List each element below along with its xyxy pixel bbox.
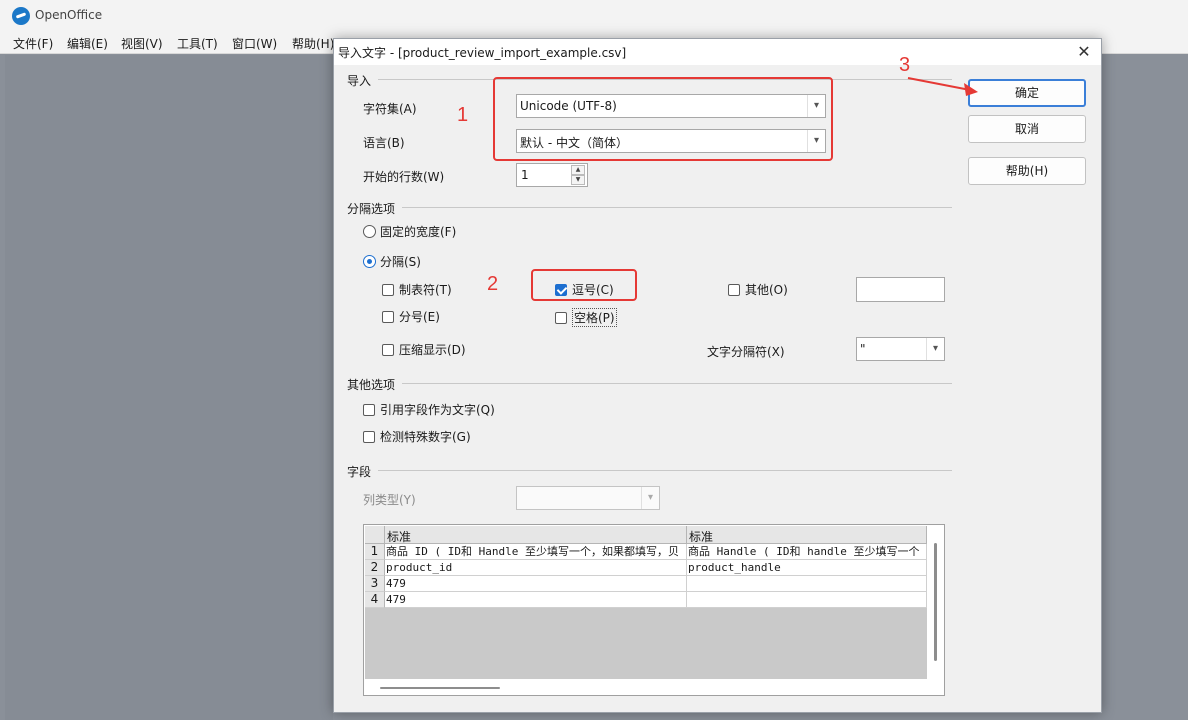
table-cell: 商品 Handle ( ID和 handle 至少填写一个 bbox=[687, 544, 927, 560]
checkbox-icon bbox=[363, 403, 375, 416]
detect-numbers-checkbox[interactable]: 检测特殊数字(G) bbox=[363, 428, 471, 445]
chevron-down-icon[interactable]: ▾ bbox=[641, 487, 659, 509]
column-type-select[interactable]: ▾ bbox=[516, 486, 660, 510]
menu-edit[interactable]: 编辑(E) bbox=[67, 35, 108, 52]
help-button[interactable]: 帮助(H) bbox=[968, 157, 1086, 185]
separated-label: 分隔(S) bbox=[380, 255, 421, 269]
semicolon-label: 分号(E) bbox=[399, 310, 440, 324]
annotation-number-2: 2 bbox=[487, 273, 499, 295]
space-label: 空格(P) bbox=[572, 308, 617, 327]
row-number: 1 bbox=[365, 544, 385, 560]
quoted-as-text-label: 引用字段作为文字(Q) bbox=[380, 403, 495, 417]
app-workspace bbox=[5, 55, 333, 720]
table-cell: product_handle bbox=[687, 560, 927, 576]
semicolon-checkbox[interactable]: 分号(E) bbox=[382, 308, 440, 325]
spin-down-icon[interactable]: ▼ bbox=[571, 175, 585, 185]
tab-label: 制表符(T) bbox=[399, 283, 452, 297]
table-cell: 479 bbox=[385, 592, 687, 608]
table-cell: product_id bbox=[385, 560, 687, 576]
menu-window[interactable]: 窗口(W) bbox=[232, 35, 277, 52]
cancel-button[interactable]: 取消 bbox=[968, 115, 1086, 143]
section-divider bbox=[378, 470, 952, 471]
table-cell bbox=[687, 592, 927, 608]
dialog-title: 导入文字 - [product_review_import_example.cs… bbox=[338, 46, 627, 60]
radio-off-icon bbox=[363, 225, 376, 238]
preview-grid: 标准 标准 1 商品 ID ( ID和 Handle 至少填写一个，如果都填写，… bbox=[365, 526, 927, 679]
checkbox-icon bbox=[382, 343, 394, 356]
fields-section-label: 字段 bbox=[347, 465, 372, 479]
other-separator-input[interactable] bbox=[856, 277, 945, 302]
annotation-arrow-icon bbox=[907, 77, 978, 96]
table-cell: 商品 ID ( ID和 Handle 至少填写一个，如果都填写，贝 bbox=[385, 544, 687, 560]
start-row-label: 开始的行数(W) bbox=[363, 170, 445, 184]
annotation-number-1: 1 bbox=[457, 104, 469, 126]
radio-on-icon bbox=[363, 255, 376, 268]
checkbox-icon bbox=[363, 430, 375, 443]
other-checkbox[interactable]: 其他(O) bbox=[728, 281, 788, 298]
checkbox-icon bbox=[382, 283, 394, 296]
table-cell: 479 bbox=[385, 576, 687, 592]
column-type-label: 列类型(Y) bbox=[363, 493, 416, 507]
row-number: 2 bbox=[365, 560, 385, 576]
tab-checkbox[interactable]: 制表符(T) bbox=[382, 281, 452, 298]
separator-section-label: 分隔选项 bbox=[347, 202, 396, 216]
app-title: OpenOffice bbox=[35, 8, 103, 22]
language-label: 语言(B) bbox=[363, 136, 405, 150]
import-section-label: 导入 bbox=[347, 74, 372, 88]
checkbox-icon bbox=[555, 311, 567, 324]
merge-delimiters-checkbox[interactable]: 压缩显示(D) bbox=[382, 341, 466, 358]
section-divider bbox=[402, 207, 952, 208]
checkbox-icon bbox=[728, 283, 740, 296]
separated-radio[interactable]: 分隔(S) bbox=[363, 253, 421, 270]
section-divider bbox=[402, 383, 952, 384]
horizontal-scrollbar[interactable] bbox=[380, 687, 500, 689]
other-options-section-label: 其他选项 bbox=[347, 378, 396, 392]
row-number: 4 bbox=[365, 592, 385, 608]
column-header[interactable]: 标准 bbox=[385, 526, 687, 544]
close-icon[interactable]: ✕ bbox=[1073, 41, 1095, 63]
start-row-value: 1 bbox=[521, 168, 529, 182]
text-delimiter-select[interactable]: " ▾ bbox=[856, 337, 945, 361]
annotation-box-1 bbox=[493, 77, 833, 161]
row-number: 3 bbox=[365, 576, 385, 592]
text-delimiter-label: 文字分隔符(X) bbox=[707, 345, 785, 359]
chevron-down-icon[interactable]: ▾ bbox=[926, 338, 944, 360]
openoffice-logo-icon bbox=[12, 7, 30, 25]
preview-corner bbox=[365, 526, 385, 544]
checkbox-icon bbox=[382, 310, 394, 323]
menu-help[interactable]: 帮助(H) bbox=[292, 35, 334, 52]
preview-table[interactable]: 标准 标准 1 商品 ID ( ID和 Handle 至少填写一个，如果都填写，… bbox=[363, 524, 945, 696]
quoted-as-text-checkbox[interactable]: 引用字段作为文字(Q) bbox=[363, 401, 495, 418]
fixed-width-radio[interactable]: 固定的宽度(F) bbox=[363, 223, 456, 240]
menu-tools[interactable]: 工具(T) bbox=[177, 35, 218, 52]
space-checkbox[interactable]: 空格(P) bbox=[555, 308, 617, 327]
spin-up-icon[interactable]: ▲ bbox=[571, 165, 585, 175]
menu-view[interactable]: 视图(V) bbox=[121, 35, 163, 52]
menu-file[interactable]: 文件(F) bbox=[13, 35, 53, 52]
annotation-box-2 bbox=[531, 269, 637, 301]
dialog-titlebar: 导入文字 - [product_review_import_example.cs… bbox=[334, 39, 1101, 65]
other-label: 其他(O) bbox=[745, 283, 788, 297]
charset-label: 字符集(A) bbox=[363, 102, 417, 116]
table-cell bbox=[687, 576, 927, 592]
start-row-stepper[interactable]: 1 ▲ ▼ bbox=[516, 163, 588, 187]
app-titlebar: OpenOffice bbox=[0, 0, 1188, 32]
fixed-width-label: 固定的宽度(F) bbox=[380, 225, 457, 239]
vertical-scrollbar[interactable] bbox=[934, 543, 937, 661]
column-header[interactable]: 标准 bbox=[687, 526, 927, 544]
merge-label: 压缩显示(D) bbox=[399, 343, 466, 357]
detect-numbers-label: 检测特殊数字(G) bbox=[380, 430, 471, 444]
text-delimiter-value: " bbox=[860, 342, 866, 356]
